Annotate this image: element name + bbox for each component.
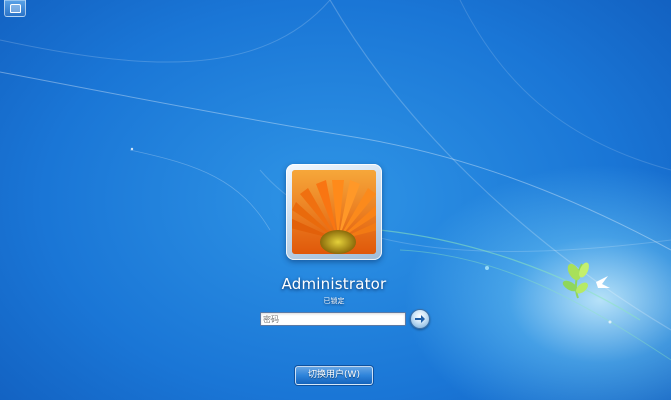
flower-picture	[292, 170, 376, 254]
switch-user-button[interactable]: 切换用户(W)	[295, 366, 373, 385]
user-name: Administrator	[281, 275, 387, 293]
ease-of-access-button[interactable]	[4, 0, 26, 17]
account-status: 已锁定	[323, 297, 345, 305]
submit-button[interactable]	[410, 309, 430, 329]
user-avatar	[286, 164, 382, 260]
password-field[interactable]	[260, 312, 406, 326]
arrow-right-icon	[415, 315, 425, 323]
ease-of-access-icon	[10, 4, 21, 13]
daisy-image	[292, 170, 376, 254]
